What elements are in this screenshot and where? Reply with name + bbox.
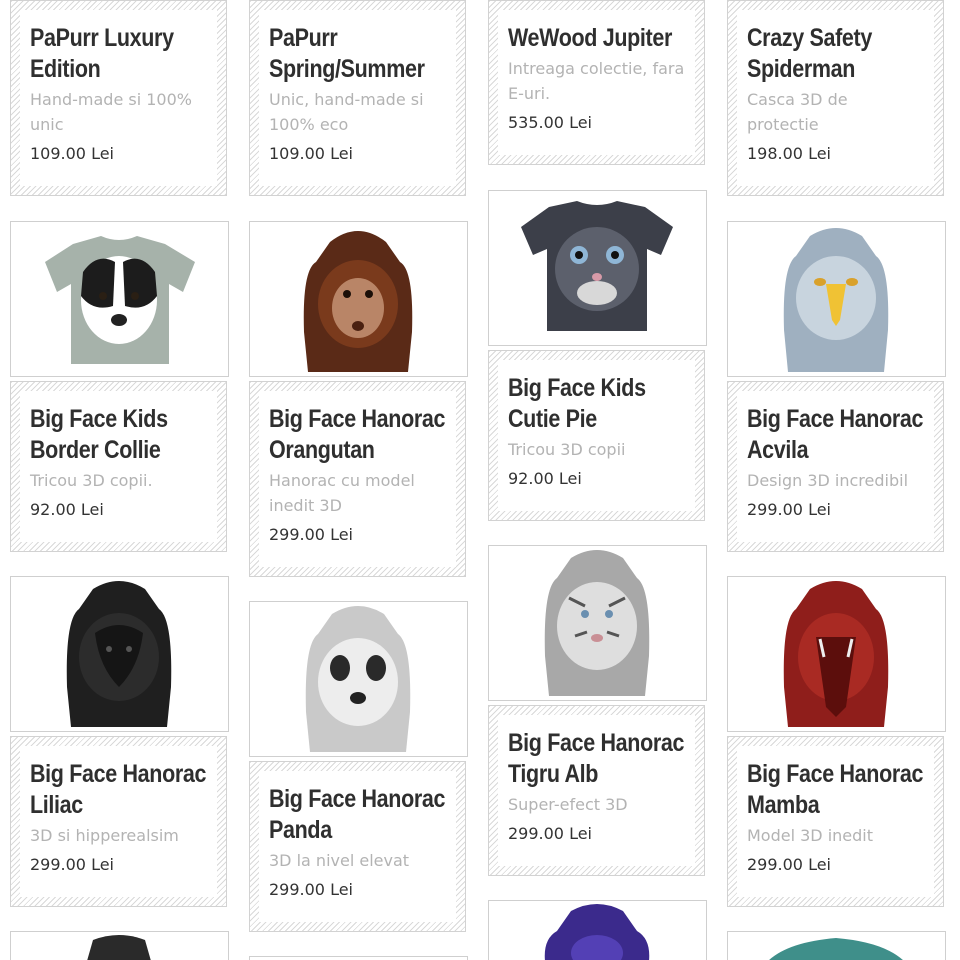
orangutan-hoodie-image[interactable] [249,221,468,377]
product-price: 92.00 Lei [508,469,582,488]
product-price: 535.00 Lei [508,113,592,132]
purple-hoodie-image[interactable] [488,900,707,960]
partial-hoodie-image[interactable] [10,931,229,960]
product-price: 299.00 Lei [269,880,353,899]
product-title[interactable]: Big Face Hanorac Mamba [747,759,924,821]
teal-shirt-image[interactable] [727,931,946,960]
product-description: Model 3D inedit [747,826,874,845]
product-price: 92.00 Lei [30,500,104,519]
product-card-orangutan[interactable]: Big Face Hanorac Orangutan Hanorac cu mo… [249,381,466,577]
product-price: 198.00 Lei [747,144,831,163]
mamba-hoodie-image[interactable] [727,576,946,732]
product-description: Super-efect 3D [508,795,628,814]
bat-hoodie-image[interactable] [10,576,229,732]
eagle-hoodie-image[interactable] [727,221,946,377]
product-title[interactable]: Big Face Kids Cutie Pie [508,373,685,435]
product-description: Intreaga colectie, fara E-uri. [508,59,685,103]
product-price: 299.00 Lei [747,855,831,874]
product-card-panda[interactable]: Big Face Hanorac Panda 3D la nivel eleva… [249,761,466,932]
product-title[interactable]: PaPurr Luxury Edition [30,23,207,85]
product-title[interactable]: Big Face Hanorac Liliac [30,759,207,821]
product-description: Tricou 3D copii. [30,471,153,490]
product-price: 299.00 Lei [747,500,831,519]
product-description: Tricou 3D copii [508,440,626,459]
product-title[interactable]: Big Face Hanorac Orangutan [269,404,446,466]
partial-product-image[interactable] [249,956,468,960]
product-card-papurr-luxury[interactable]: PaPurr Luxury Edition Hand-made si 100% … [10,0,227,196]
product-description: Design 3D incredibil [747,471,909,490]
product-card-tigru-alb[interactable]: Big Face Hanorac Tigru Alb Super-efect 3… [488,705,705,876]
product-title[interactable]: Big Face Kids Border Collie [30,404,207,466]
product-title[interactable]: Big Face Hanorac Acvila [747,404,924,466]
product-description: Hand-made si 100% unic [30,90,192,134]
product-price: 299.00 Lei [508,824,592,843]
product-price: 299.00 Lei [269,525,353,544]
product-card-cutie-pie[interactable]: Big Face Kids Cutie Pie Tricou 3D copii … [488,350,705,521]
product-title[interactable]: Big Face Hanorac Tigru Alb [508,728,685,790]
product-price: 299.00 Lei [30,855,114,874]
product-card-acvila[interactable]: Big Face Hanorac Acvila Design 3D incred… [727,381,944,552]
panda-hoodie-image[interactable] [249,601,468,757]
product-card-liliac[interactable]: Big Face Hanorac Liliac 3D si hippereals… [10,736,227,907]
product-description: Casca 3D de protectie [747,90,848,134]
product-price: 109.00 Lei [30,144,114,163]
product-title[interactable]: PaPurr Spring/Summer [269,23,446,85]
product-card-wewood-jupiter[interactable]: WeWood Jupiter Intreaga colectie, fara E… [488,0,705,165]
product-description: Unic, hand-made si 100% eco [269,90,424,134]
kitten-tshirt-image[interactable] [488,190,707,346]
product-card-border-collie[interactable]: Big Face Kids Border Collie Tricou 3D co… [10,381,227,552]
product-card-papurr-spring[interactable]: PaPurr Spring/Summer Unic, hand-made si … [249,0,466,196]
product-card-crazy-safety[interactable]: Crazy Safety Spiderman Casca 3D de prote… [727,0,944,196]
product-description: Hanorac cu model inedit 3D [269,471,415,515]
white-tiger-hoodie-image[interactable] [488,545,707,701]
product-description: 3D si hipperealsim [30,826,179,845]
product-description: 3D la nivel elevat [269,851,410,870]
border-collie-tshirt-image[interactable] [10,221,229,377]
product-price: 109.00 Lei [269,144,353,163]
product-title[interactable]: WeWood Jupiter [508,23,685,54]
product-card-mamba[interactable]: Big Face Hanorac Mamba Model 3D inedit 2… [727,736,944,907]
product-title[interactable]: Crazy Safety Spiderman [747,23,924,85]
product-title[interactable]: Big Face Hanorac Panda [269,784,446,846]
